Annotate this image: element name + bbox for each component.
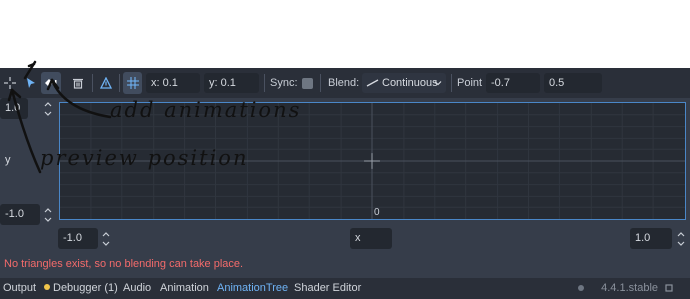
toolbar-separator [119, 74, 120, 92]
tab-shader-editor[interactable]: Shader Editor [294, 282, 361, 294]
sync-checkbox[interactable] [302, 78, 313, 89]
version-label: 4.4.1.stable [601, 282, 658, 294]
tab-output[interactable]: Output [3, 282, 36, 294]
tab-debugger-label: Debugger (1) [53, 282, 118, 294]
toolbar-separator [320, 74, 321, 92]
add-point-icon[interactable] [41, 72, 61, 94]
tab-animationtree[interactable]: AnimationTree [217, 282, 288, 294]
debugger-warning-dot [44, 284, 50, 290]
status-bar: No triangles exist, so no blending can t… [0, 252, 690, 278]
chevron-down-icon [434, 81, 442, 86]
crosshair-icon[interactable] [1, 72, 19, 94]
x-max-field[interactable]: 1.0 [630, 228, 672, 249]
blend-space-editor: x: 0.1 y: 0.1 Sync: Blend: Continuous Po… [0, 68, 690, 299]
x-max-spinner-icon[interactable] [677, 230, 685, 248]
tab-audio[interactable]: Audio [123, 282, 151, 294]
y-axis-label: y [0, 150, 40, 171]
blend-space-plot[interactable]: 0 [59, 102, 686, 220]
toolbar-separator [264, 74, 265, 92]
tab-debugger[interactable]: Debugger (1) [44, 282, 118, 294]
x-min-spinner-icon[interactable] [102, 230, 110, 248]
snap-x-field[interactable]: x: 0.1 [146, 73, 200, 93]
error-message: No triangles exist, so no blending can t… [4, 258, 244, 270]
pointer-select-icon[interactable] [21, 72, 40, 94]
tab-animation[interactable]: Animation [160, 282, 209, 294]
point-y-field[interactable]: 0.5 [544, 73, 602, 93]
origin-label: 0 [374, 207, 380, 218]
x-min-field[interactable]: -1.0 [58, 228, 98, 249]
pin-icon[interactable] [664, 283, 674, 293]
toolbar-separator [451, 74, 452, 92]
blend-mode-dropdown[interactable]: Continuous [362, 73, 446, 93]
snap-y-field[interactable]: y: 0.1 [204, 73, 259, 93]
point-x-field[interactable]: -0.7 [486, 73, 540, 93]
y-min-field[interactable]: -1.0 [0, 204, 40, 225]
y-max-spinner-icon[interactable] [44, 100, 52, 118]
toolbar: x: 0.1 y: 0.1 Sync: Blend: Continuous Po… [0, 68, 690, 98]
plot-grid [60, 103, 685, 219]
triangle-icon[interactable] [97, 72, 115, 94]
grid-snap-icon[interactable] [123, 72, 142, 94]
point-label: Point [457, 77, 483, 89]
version-icon [578, 285, 584, 291]
trash-icon[interactable] [68, 72, 88, 94]
y-max-field[interactable]: 1.0 [0, 98, 28, 119]
bottom-panel-tabs: Output Debugger (1) Audio Animation Anim… [0, 278, 690, 299]
toolbar-separator [92, 74, 93, 92]
continuous-curve-icon [366, 79, 379, 87]
y-min-spinner-icon[interactable] [44, 206, 52, 224]
x-axis-label[interactable]: x [350, 228, 392, 249]
sync-label: Sync: [270, 77, 298, 89]
blend-label: Blend: [328, 77, 360, 89]
blend-mode-value: Continuous [382, 77, 438, 89]
